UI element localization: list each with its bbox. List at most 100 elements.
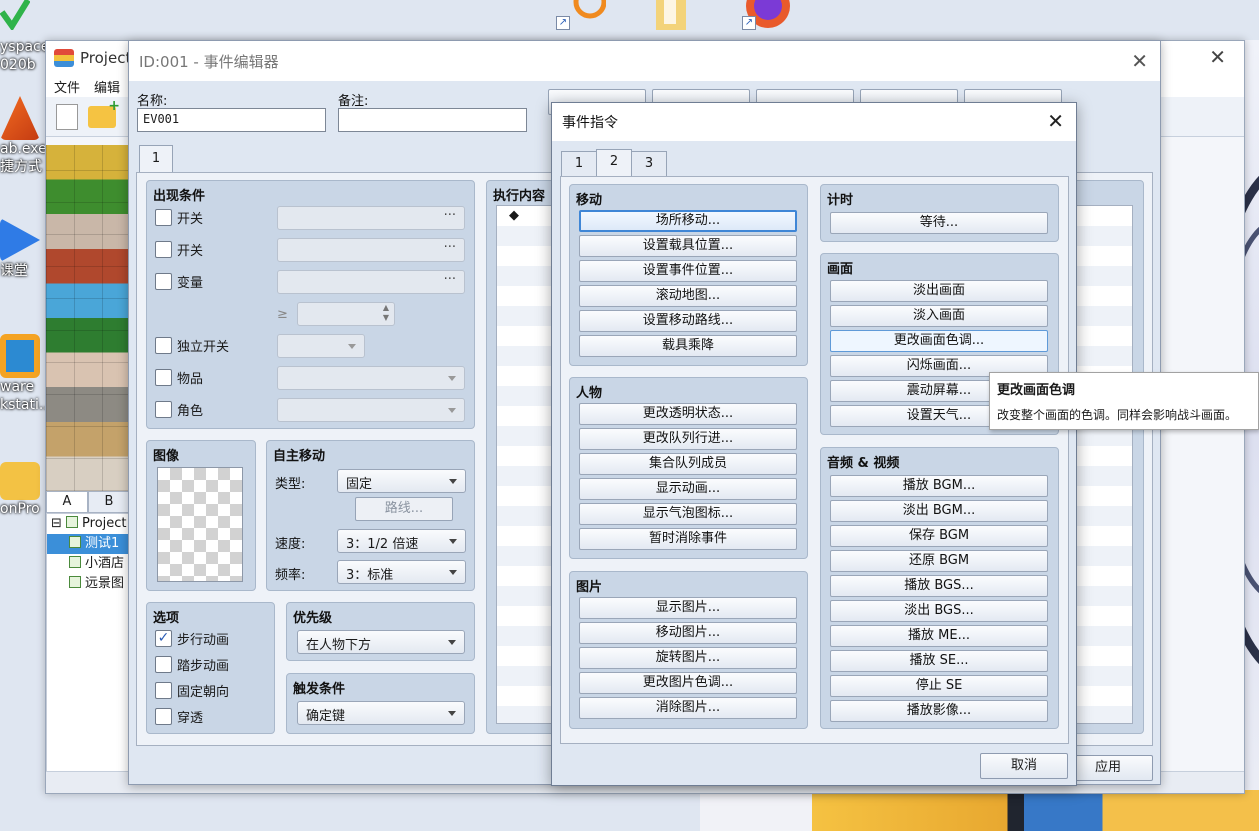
option-direction-fix[interactable]: 固定朝向 xyxy=(155,681,229,700)
cmd-set-move-route[interactable]: 设置移动路线... xyxy=(579,310,797,332)
cmd-play-se[interactable]: 播放 SE... xyxy=(830,650,1048,672)
checkbox[interactable] xyxy=(155,708,172,725)
option-stepping-anim[interactable]: 踏步动画 xyxy=(155,655,229,674)
event-editor-close-icon[interactable]: ✕ xyxy=(1131,49,1148,73)
checkbox[interactable] xyxy=(155,369,172,386)
menu-edit[interactable]: 编辑 xyxy=(94,77,120,96)
note-input[interactable] xyxy=(338,108,527,132)
new-project-icon[interactable] xyxy=(56,103,78,130)
collapse-icon[interactable]: ⊟ xyxy=(51,516,66,531)
cmd-gather-followers[interactable]: 集合队列成员 xyxy=(579,453,797,475)
move-speed-select[interactable]: 3：1/2 倍速 xyxy=(337,529,466,553)
cmd-tint-picture[interactable]: 更改图片色调... xyxy=(579,672,797,694)
condition-switch2[interactable]: 开关 xyxy=(155,240,203,259)
cmd-transfer-player[interactable]: 场所移动... xyxy=(579,210,797,232)
move-frequency-select[interactable]: 3：标准 xyxy=(337,560,466,584)
checkbox[interactable] xyxy=(155,273,172,290)
cmd-erase-event[interactable]: 暂时消除事件 xyxy=(579,528,797,550)
cmd-scroll-map[interactable]: 滚动地图... xyxy=(579,285,797,307)
condition-variable[interactable]: 变量 xyxy=(155,272,203,291)
condition-self-switch[interactable]: 独立开关 xyxy=(155,336,229,355)
cmd-save-bgm[interactable]: 保存 BGM xyxy=(830,525,1048,547)
cmd-wait[interactable]: 等待... xyxy=(830,212,1048,234)
self-switch-select[interactable] xyxy=(277,334,365,358)
cmd-set-event-location[interactable]: 设置事件位置... xyxy=(579,260,797,282)
option-through[interactable]: 穿透 xyxy=(155,707,203,726)
cmd-change-transparency[interactable]: 更改透明状态... xyxy=(579,403,797,425)
cmd-set-vehicle-location[interactable]: 设置载具位置... xyxy=(579,235,797,257)
variable-value-spinner[interactable]: ▲ ▼ xyxy=(297,302,395,326)
checkbox[interactable] xyxy=(155,209,172,226)
map-tree-item[interactable]: 测试1 xyxy=(47,534,129,554)
tileset-tab-b[interactable]: B xyxy=(88,491,130,513)
cmd-fadeout-bgm[interactable]: 淡出 BGM... xyxy=(830,500,1048,522)
cmd-fadeout-screen[interactable]: 淡出画面 xyxy=(830,280,1048,302)
cmd-play-bgm[interactable]: 播放 BGM... xyxy=(830,475,1048,497)
command-dialog-close-icon[interactable]: ✕ xyxy=(1047,109,1064,133)
checkbox[interactable] xyxy=(155,241,172,258)
cmd-show-balloon-icon[interactable]: 显示气泡图标... xyxy=(579,503,797,525)
desktop-icon-project-folder[interactable]: onPro xyxy=(0,462,46,518)
condition-actor[interactable]: 角色 xyxy=(155,400,203,419)
actor-select[interactable] xyxy=(277,398,465,422)
option-walking-anim[interactable]: ✓ 步行动画 xyxy=(155,629,229,648)
cmd-change-player-followers[interactable]: 更改队列行进... xyxy=(579,428,797,450)
trigger-select[interactable]: 确定键 xyxy=(297,701,465,725)
cmd-fadeout-bgs[interactable]: 淡出 BGS... xyxy=(830,600,1048,622)
folder-icon[interactable] xyxy=(652,0,694,30)
checkbox[interactable] xyxy=(155,656,172,673)
desktop-icon-label: 020b xyxy=(0,57,36,73)
cmd-tint-screen[interactable]: 更改画面色调... xyxy=(830,330,1048,352)
cmd-rotate-picture[interactable]: 旋转图片... xyxy=(579,647,797,669)
cmd-move-picture[interactable]: 移动图片... xyxy=(579,622,797,644)
menu-file[interactable]: 文件 xyxy=(54,77,80,96)
item-select[interactable] xyxy=(277,366,465,390)
cmd-stop-se[interactable]: 停止 SE xyxy=(830,675,1048,697)
cmd-play-me[interactable]: 播放 ME... xyxy=(830,625,1048,647)
switch2-selector[interactable]: ··· xyxy=(277,238,465,262)
move-route-button[interactable]: 路线... xyxy=(355,497,453,521)
checkbox-checked[interactable]: ✓ xyxy=(155,630,172,647)
cancel-button[interactable]: 取消 xyxy=(980,753,1068,779)
variable-selector[interactable]: ··· xyxy=(277,270,465,294)
cmd-erase-picture[interactable]: 消除图片... xyxy=(579,697,797,719)
desktop-icon-yspace[interactable]: yspace 020b xyxy=(0,38,46,74)
map-tree-item[interactable]: 小酒店 xyxy=(47,554,129,574)
spinner-arrows-icon[interactable]: ▲ ▼ xyxy=(383,303,389,323)
open-project-icon[interactable] xyxy=(88,98,120,128)
cmd-play-movie[interactable]: 播放影像... xyxy=(830,700,1048,722)
switch1-selector[interactable]: ··· xyxy=(277,206,465,230)
cmd-play-bgs[interactable]: 播放 BGS... xyxy=(830,575,1048,597)
command-tab-3[interactable]: 3 xyxy=(631,151,667,177)
desktop-icon-matlab[interactable]: ab.exe 捷方式 xyxy=(0,96,46,176)
checkbox[interactable] xyxy=(155,682,172,699)
cmd-get-on-off-vehicle[interactable]: 载具乘降 xyxy=(579,335,797,357)
move-type-select[interactable]: 固定 xyxy=(337,469,466,493)
name-input[interactable]: EV001 xyxy=(137,108,326,132)
search-app-icon[interactable]: ↗ xyxy=(556,0,607,30)
priority-select[interactable]: 在人物下方 xyxy=(297,630,465,654)
cmd-resume-bgm[interactable]: 还原 BGM xyxy=(830,550,1048,572)
desktop-icon-vmware[interactable]: ware kstati... xyxy=(0,334,46,414)
cmd-show-animation[interactable]: 显示动画... xyxy=(579,478,797,500)
tileset-palette[interactable] xyxy=(46,145,130,491)
event-image-preview[interactable] xyxy=(157,467,243,582)
condition-item[interactable]: 物品 xyxy=(155,368,203,387)
firefox-icon[interactable]: ↗ xyxy=(742,0,790,30)
map-tree-item[interactable]: 远景图 xyxy=(47,574,129,594)
tileset-tab-a[interactable]: A xyxy=(46,491,88,513)
map-tree-project[interactable]: ⊟ Project xyxy=(47,514,129,534)
checkbox[interactable] xyxy=(155,401,172,418)
cmd-show-picture[interactable]: 显示图片... xyxy=(579,597,797,619)
desktop-wallpaper-bottom xyxy=(700,790,1259,831)
checkbox[interactable] xyxy=(155,337,172,354)
desktop-icon-classroom[interactable]: 课堂 xyxy=(0,218,46,280)
check-icon[interactable] xyxy=(0,0,42,32)
main-window-close-icon[interactable]: ✕ xyxy=(1209,45,1226,69)
cmd-fadein-screen[interactable]: 淡入画面 xyxy=(830,305,1048,327)
command-tab-2[interactable]: 2 xyxy=(596,149,632,177)
contents-empty-row-marker[interactable]: ◆ xyxy=(509,208,519,223)
condition-switch1[interactable]: 开关 xyxy=(155,208,203,227)
event-page-tab-1[interactable]: 1 xyxy=(139,145,173,173)
command-tab-1[interactable]: 1 xyxy=(561,151,597,177)
